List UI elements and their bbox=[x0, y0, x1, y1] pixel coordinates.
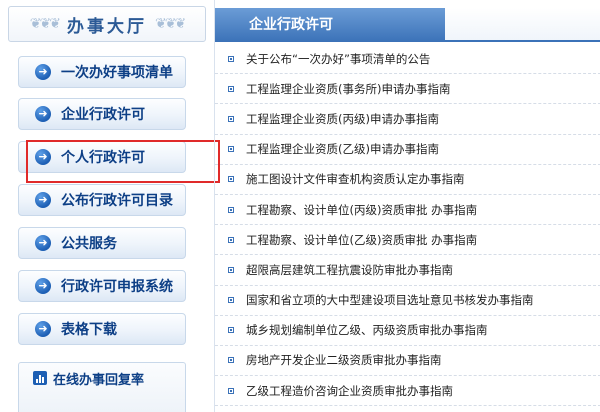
bar-chart-icon bbox=[33, 371, 47, 385]
nav-permit-system-button[interactable]: ➜ 行政许可申报系统 bbox=[18, 270, 186, 302]
square-bullet-icon bbox=[228, 327, 234, 334]
arrow-right-circle-icon: ➜ bbox=[35, 64, 51, 80]
list-item-link[interactable]: 乙级工程造价咨询企业资质审批办事指南 bbox=[246, 383, 453, 399]
list-item-link[interactable]: 城乡规划编制单位乙级、丙级资质审批办事指南 bbox=[246, 322, 488, 338]
square-bullet-icon bbox=[228, 357, 234, 364]
square-bullet-icon bbox=[228, 206, 234, 213]
nav-label: 个人行政许可 bbox=[61, 150, 145, 166]
square-bullet-icon bbox=[228, 236, 234, 243]
nav-permit-catalog-button[interactable]: ➜ 公布行政许可目录 bbox=[18, 184, 186, 216]
list-item-link[interactable]: 关于公布“一次办好”事项清单的公告 bbox=[246, 51, 430, 67]
list-item[interactable]: 乙级工程造价咨询企业资质审批办事指南 bbox=[215, 376, 600, 407]
nav-enterprise-permit-button[interactable]: ➜ 企业行政许可 bbox=[18, 98, 186, 130]
service-hall-header: ❦❦❦ 办事大厅 ❦❦❦ bbox=[8, 6, 206, 42]
square-bullet-icon bbox=[228, 55, 234, 62]
nav-label: 表格下载 bbox=[61, 322, 117, 338]
list-item[interactable]: 超限高层建筑工程抗震设防审批办事指南 bbox=[215, 255, 600, 286]
nav-form-download-button[interactable]: ➜ 表格下载 bbox=[18, 313, 186, 345]
list-item-link[interactable]: 工程监理企业资质(事务所)申请办事指南 bbox=[246, 81, 450, 97]
arrow-right-circle-icon: ➜ bbox=[35, 149, 51, 165]
list-item[interactable]: 关于公布“一次办好”事项清单的公告 bbox=[215, 44, 600, 75]
nav-public-service-button[interactable]: ➜ 公共服务 bbox=[18, 227, 186, 259]
square-bullet-icon bbox=[228, 266, 234, 273]
list-item[interactable]: 工程勘察、设计单位(丙级)资质审批 办事指南 bbox=[215, 195, 600, 226]
list-item[interactable]: 房地产开发企业二级资质审批办事指南 bbox=[215, 346, 600, 377]
list-item[interactable]: 工程监理企业资质(乙级)申请办事指南 bbox=[215, 135, 600, 165]
section-title: 企业行政许可 bbox=[249, 17, 333, 33]
main-content: 企业行政许可 关于公布“一次办好”事项清单的公告 工程监理企业资质(事务所)申请… bbox=[214, 0, 600, 412]
nav-label: 一次办好事项清单 bbox=[61, 65, 173, 81]
rate-panel-header: 在线办事回复率 bbox=[19, 363, 185, 393]
right-ornament-icon: ❦❦❦ bbox=[155, 16, 186, 32]
list-item-link[interactable]: 工程勘察、设计单位(乙级)资质审批 办事指南 bbox=[246, 232, 477, 248]
list-item[interactable]: 工程勘察、设计单位(乙级)资质审批 办事指南 bbox=[215, 225, 600, 256]
arrow-right-circle-icon: ➜ bbox=[35, 192, 51, 208]
arrow-right-circle-icon: ➜ bbox=[35, 321, 51, 337]
sidebar: ❦❦❦ 办事大厅 ❦❦❦ ➜ 一次办好事项清单 ➜ 企业行政许可 ➜ 个人行政许… bbox=[0, 0, 214, 412]
square-bullet-icon bbox=[228, 85, 234, 92]
square-bullet-icon bbox=[228, 387, 234, 394]
square-bullet-icon bbox=[228, 176, 234, 183]
list-item-link[interactable]: 工程监理企业资质(乙级)申请办事指南 bbox=[246, 141, 439, 157]
nav-label: 企业行政许可 bbox=[61, 107, 145, 123]
arrow-right-circle-icon: ➜ bbox=[35, 106, 51, 122]
list-item[interactable]: 施工图设计文件审查机构资质认定办事指南 bbox=[215, 165, 600, 195]
left-ornament-icon: ❦❦❦ bbox=[29, 16, 61, 32]
square-bullet-icon bbox=[228, 115, 234, 122]
nav-label: 公布行政许可目录 bbox=[61, 193, 173, 209]
list-item[interactable]: 工程监理企业资质(事务所)申请办事指南 bbox=[215, 74, 600, 105]
service-hall-title: 办事大厅 bbox=[67, 16, 147, 37]
section-header: 企业行政许可 bbox=[215, 8, 600, 42]
square-bullet-icon bbox=[228, 146, 234, 153]
list-item-link[interactable]: 工程监理企业资质(丙级)申请办事指南 bbox=[246, 111, 439, 127]
list-item-link[interactable]: 施工图设计文件审查机构资质认定办事指南 bbox=[246, 171, 465, 187]
list-item[interactable]: 工程监理企业资质(丙级)申请办事指南 bbox=[215, 104, 600, 135]
list-item[interactable]: 国家和省立项的大中型建设项目选址意见书核发办事指南 bbox=[215, 286, 600, 316]
list-item-link[interactable]: 房地产开发企业二级资质审批办事指南 bbox=[246, 352, 442, 368]
arrow-right-circle-icon: ➜ bbox=[35, 235, 51, 251]
list-item-link[interactable]: 超限高层建筑工程抗震设防审批办事指南 bbox=[246, 262, 453, 278]
list-item-link[interactable]: 工程勘察、设计单位(丙级)资质审批 办事指南 bbox=[246, 202, 477, 218]
rate-panel-title: 在线办事回复率 bbox=[53, 372, 145, 388]
square-bullet-icon bbox=[228, 297, 234, 304]
online-reply-rate-panel: 在线办事回复率 bbox=[18, 362, 186, 412]
permit-list: 关于公布“一次办好”事项清单的公告 工程监理企业资质(事务所)申请办事指南 工程… bbox=[215, 44, 600, 407]
nav-personal-permit-button[interactable]: ➜ 个人行政许可 bbox=[18, 141, 186, 173]
nav-one-stop-list-button[interactable]: ➜ 一次办好事项清单 bbox=[18, 56, 186, 88]
list-item[interactable]: 城乡规划编制单位乙级、丙级资质审批办事指南 bbox=[215, 316, 600, 346]
nav-label: 行政许可申报系统 bbox=[61, 279, 173, 295]
nav-label: 公共服务 bbox=[61, 236, 117, 252]
list-item-link[interactable]: 国家和省立项的大中型建设项目选址意见书核发办事指南 bbox=[246, 292, 534, 308]
arrow-right-circle-icon: ➜ bbox=[35, 278, 51, 294]
